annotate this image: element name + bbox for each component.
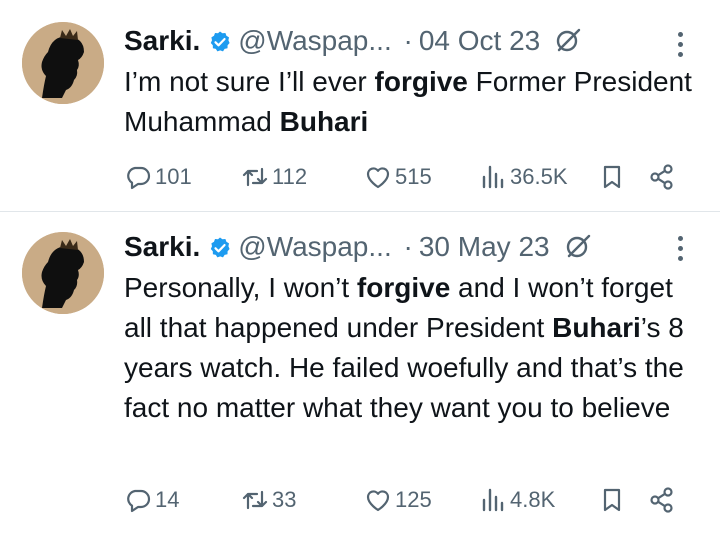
like-icon	[366, 167, 390, 189]
tweet[interactable]: Sarki. @Waspap... · 04 Oct 23 I’m not sure…	[0, 0, 720, 211]
action-bar: 14 33 125 4.8K	[124, 484, 684, 516]
more-icon[interactable]	[678, 32, 684, 62]
repost-icon	[242, 167, 268, 187]
reply-icon	[127, 489, 151, 513]
avatar[interactable]	[22, 22, 104, 104]
tweet-header: Sarki. @Waspap... · 04 Oct 23	[124, 21, 582, 61]
view-count: 36.5K	[510, 164, 568, 189]
text-segment: Personally, I won’t	[124, 272, 357, 303]
like-button[interactable]: 125	[364, 484, 432, 516]
like-icon	[366, 490, 390, 512]
repost-button[interactable]: 33	[241, 484, 296, 516]
reply-icon	[127, 166, 151, 190]
text-segment-bold: Buhari	[279, 106, 369, 137]
share-button[interactable]	[648, 484, 676, 516]
display-name[interactable]: Sarki.	[124, 25, 200, 56]
tweet-text: Personally, I won’t forgive and I won’t …	[124, 268, 704, 428]
verified-badge-icon	[211, 31, 230, 52]
display-name[interactable]: Sarki.	[124, 231, 200, 262]
tweet[interactable]: Sarki. @Waspap... · 30 May 23 Personally, …	[0, 212, 720, 536]
handle[interactable]: @Waspap...	[238, 231, 391, 262]
repost-count: 33	[272, 487, 297, 512]
grok-icon[interactable]	[564, 232, 592, 260]
share-icon	[650, 164, 673, 190]
repost-icon	[242, 490, 268, 510]
action-bar: 101 112 515 36.5K	[124, 161, 684, 193]
more-icon[interactable]	[678, 236, 684, 266]
tweet-header: Sarki. @Waspap... · 30 May 23	[124, 227, 592, 267]
reply-count: 14	[155, 487, 180, 512]
views-icon	[482, 488, 504, 512]
text-segment-bold: forgive	[374, 66, 468, 97]
bookmark-button[interactable]	[598, 161, 626, 193]
text-segment: I’m not sure I’ll ever	[124, 66, 375, 97]
reply-button[interactable]: 14	[124, 484, 179, 516]
separator-dot: ·	[403, 25, 413, 56]
bookmark-button[interactable]	[598, 484, 626, 516]
text-segment-bold: Buhari	[552, 312, 641, 343]
view-count: 4.8K	[510, 487, 556, 512]
share-icon	[650, 487, 673, 513]
repost-count: 112	[272, 164, 308, 189]
reply-count: 101	[155, 164, 192, 189]
bookmark-icon	[603, 165, 621, 189]
grok-icon[interactable]	[554, 26, 582, 54]
repost-button[interactable]: 112	[241, 161, 307, 193]
tweet-date[interactable]: 04 Oct 23	[419, 25, 540, 56]
views-icon	[482, 165, 504, 189]
like-count: 515	[395, 164, 432, 189]
verified-badge-icon	[211, 237, 230, 258]
tweet-text: I’m not sure I’ll ever forgive Former Pr…	[124, 62, 704, 142]
bookmark-icon	[603, 488, 621, 512]
handle[interactable]: @Waspap...	[238, 25, 391, 56]
tweet-date[interactable]: 30 May 23	[419, 231, 550, 262]
like-button[interactable]: 515	[364, 161, 432, 193]
separator-dot: ·	[403, 231, 413, 262]
views-button[interactable]: 36.5K	[479, 161, 568, 193]
like-count: 125	[395, 487, 432, 512]
views-button[interactable]: 4.8K	[479, 484, 555, 516]
reply-button[interactable]: 101	[124, 161, 192, 193]
share-button[interactable]	[648, 161, 676, 193]
text-segment-bold: forgive	[356, 272, 451, 303]
avatar[interactable]	[22, 232, 104, 314]
